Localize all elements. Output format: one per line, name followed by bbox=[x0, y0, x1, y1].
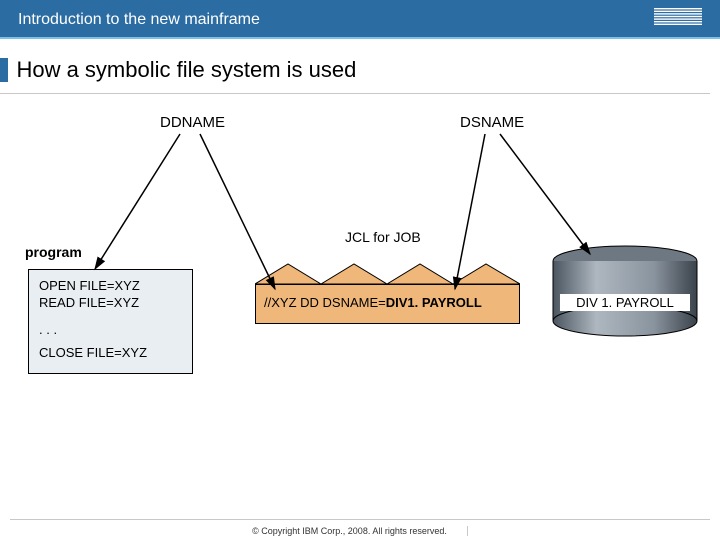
slide-title: How a symbolic file system is used bbox=[16, 57, 356, 83]
title-accent bbox=[0, 58, 8, 82]
jcl-box: //XYZ DD DSNAME=DIV1. PAYROLL bbox=[255, 284, 520, 324]
cylinder-label: DIV 1. PAYROLL bbox=[560, 294, 690, 311]
program-line: OPEN FILE=XYZ bbox=[39, 278, 182, 295]
diagram: DDNAME DSNAME program JCL for JOB OPEN F… bbox=[0, 94, 720, 464]
slide-footer: © Copyright IBM Corp., 2008. All rights … bbox=[10, 519, 710, 536]
ibm-logo-icon bbox=[654, 8, 702, 31]
ddname-label: DDNAME bbox=[160, 114, 225, 131]
program-line: . . . bbox=[39, 322, 182, 339]
program-line: CLOSE FILE=XYZ bbox=[39, 345, 182, 362]
slide-header: Introduction to the new mainframe bbox=[0, 0, 720, 39]
copyright: © Copyright IBM Corp., 2008. All rights … bbox=[252, 526, 468, 536]
jcl-dsname: DIV1. PAYROLL bbox=[386, 295, 482, 310]
program-box: OPEN FILE=XYZ READ FILE=XYZ . . . CLOSE … bbox=[28, 269, 193, 374]
title-area: How a symbolic file system is used bbox=[0, 39, 710, 94]
program-label: program bbox=[25, 244, 82, 260]
jcl-prefix: //XYZ DD DSNAME= bbox=[264, 295, 386, 310]
dsname-label: DSNAME bbox=[460, 114, 524, 131]
jcl-fold bbox=[255, 254, 520, 284]
jcl-label: JCL for JOB bbox=[345, 229, 421, 245]
storage-cylinder-icon bbox=[550, 244, 700, 339]
course-title: Introduction to the new mainframe bbox=[18, 11, 260, 29]
program-line: READ FILE=XYZ bbox=[39, 295, 182, 312]
